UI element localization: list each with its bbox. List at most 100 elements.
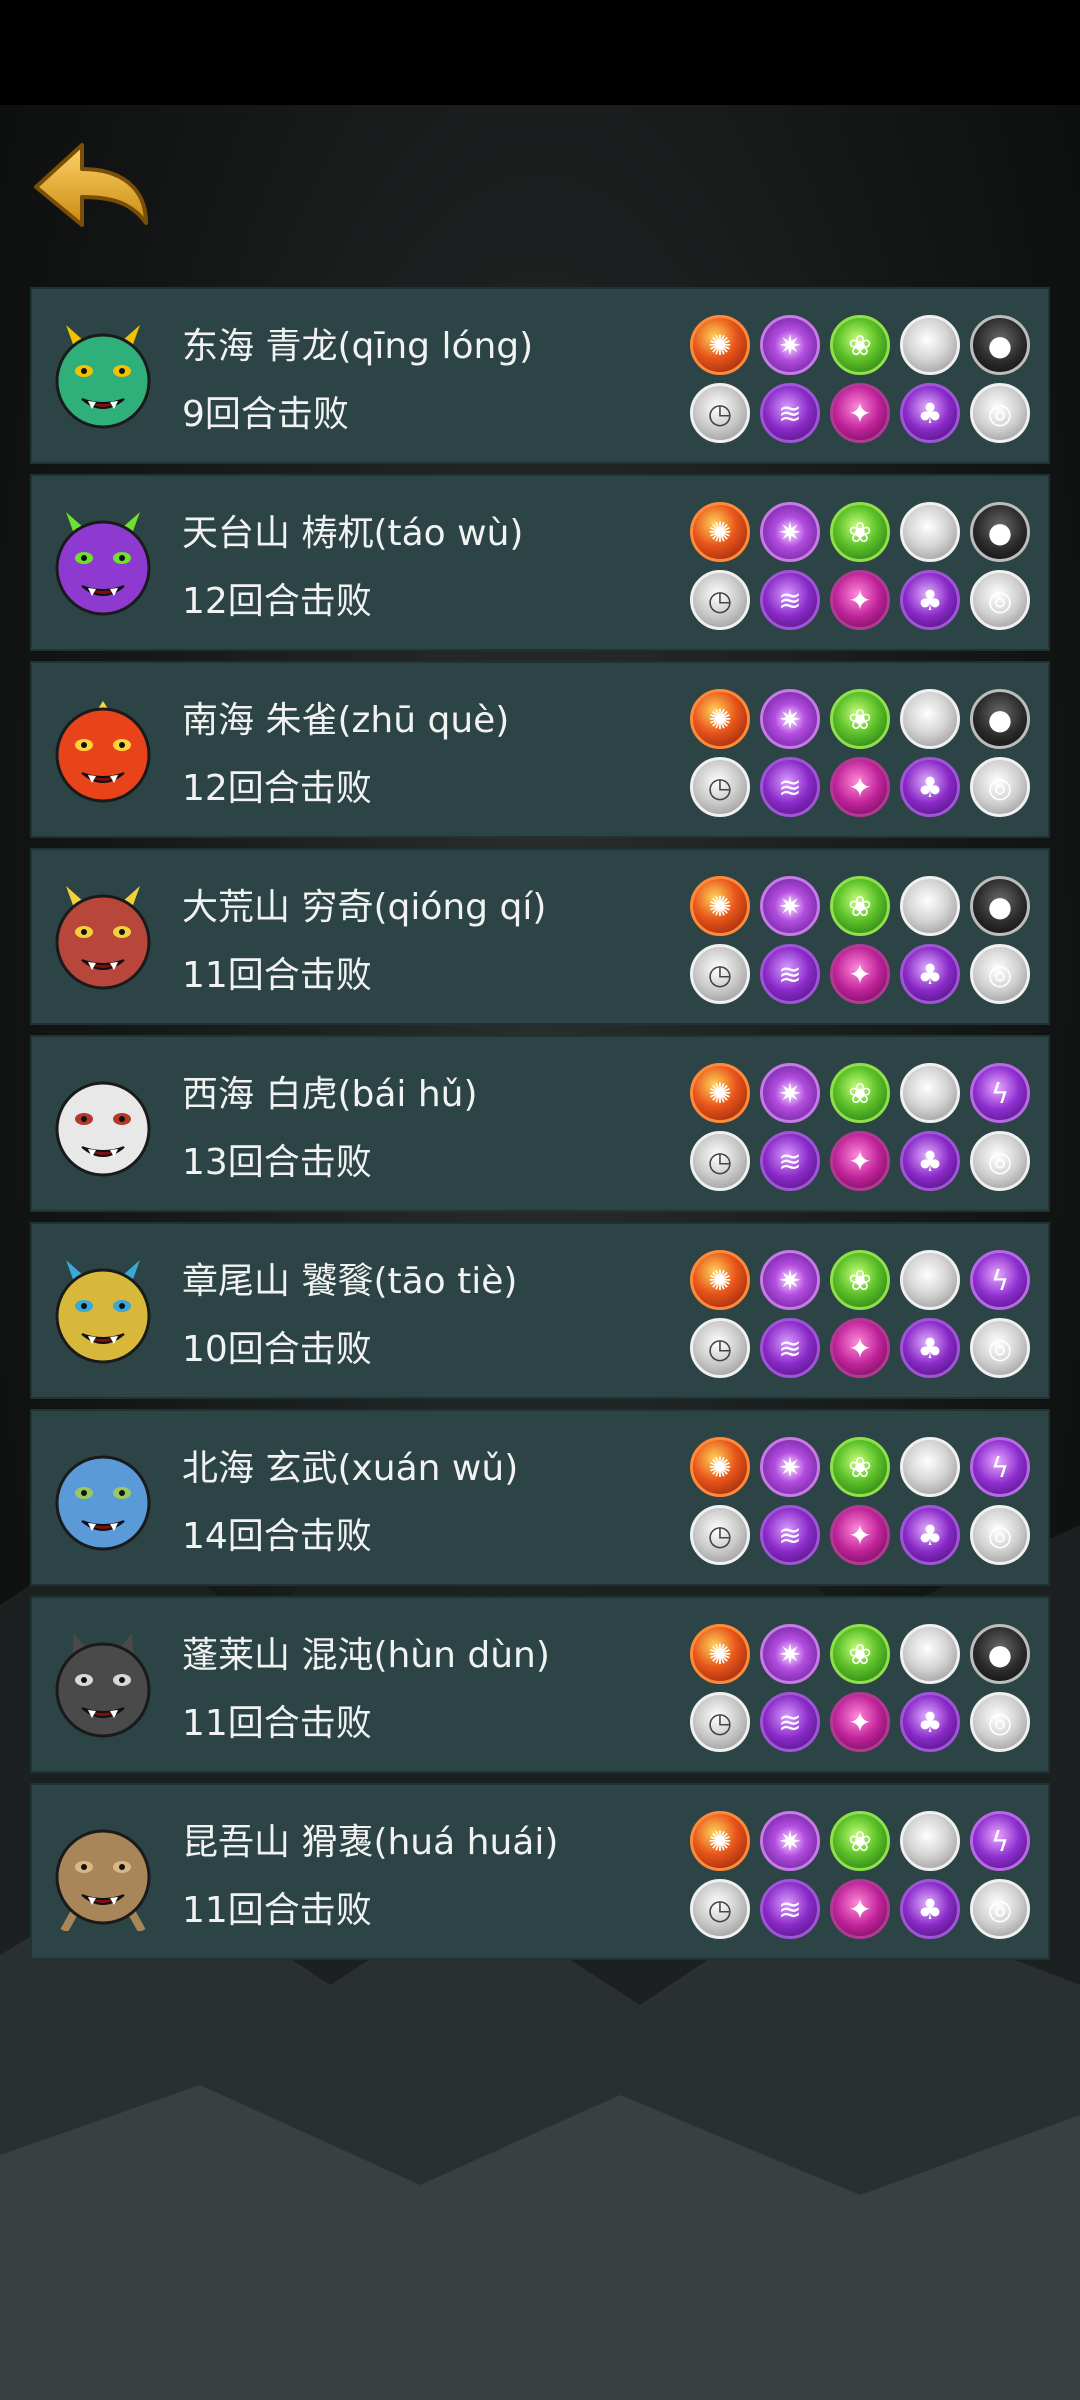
pink-orb-icon: ✦ [830, 757, 890, 817]
defeat-rounds: 13回合击败 [182, 1142, 372, 1183]
leaf-orb-icon: ❀ [830, 876, 890, 936]
lightning-orb-icon: ϟ [970, 1437, 1030, 1497]
tree-orb-icon: ♣ [900, 1131, 960, 1191]
tree-orb-icon: ♣ [900, 1879, 960, 1939]
wave-orb-icon: ≋ [760, 1879, 820, 1939]
spark-orb-icon: ✷ [760, 502, 820, 562]
swirl-orb-icon: ◎ [970, 1131, 1030, 1191]
clock-orb-icon: ◷ [690, 1879, 750, 1939]
spark-orb-icon: ✷ [760, 1437, 820, 1497]
defeat-rounds: 14回合击败 [182, 1516, 372, 1557]
orb-row-top: ✺ ✷ ❀ ϟ [690, 1811, 1030, 1871]
wave-orb-icon: ≋ [760, 1318, 820, 1378]
swirl-orb-icon: ◎ [970, 1505, 1030, 1565]
boss-name: 南海 朱雀(zhū què) [182, 700, 510, 741]
lightning-orb-icon: ϟ [970, 1063, 1030, 1123]
pink-orb-icon: ✦ [830, 1131, 890, 1191]
boss-record-card[interactable]: 大荒山 穷奇(qióng qí) 11回合击败 ✺ ✷ ❀ ● ◷ ≋ ✦ ♣ ◎ [30, 848, 1050, 1025]
swirl-orb-icon: ◎ [970, 1318, 1030, 1378]
boss-record-card[interactable]: 西海 白虎(bái hǔ) 13回合击败 ✺ ✷ ❀ ϟ ◷ ≋ ✦ ♣ ◎ [30, 1035, 1050, 1212]
boss-portrait-beast [44, 878, 162, 996]
tree-orb-icon: ♣ [900, 757, 960, 817]
skill-orbs: ✺ ✷ ❀ ● ◷ ≋ ✦ ♣ ◎ [690, 689, 1030, 825]
fire-orb-icon: ✺ [690, 1624, 750, 1684]
fire-orb-icon: ✺ [690, 1437, 750, 1497]
pearl-orb-icon [900, 1624, 960, 1684]
boss-name: 北海 玄武(xuán wǔ) [182, 1448, 519, 1489]
pearl-orb-icon [900, 1437, 960, 1497]
tree-orb-icon: ♣ [900, 570, 960, 630]
dark-orb-icon: ● [970, 1624, 1030, 1684]
wave-orb-icon: ≋ [760, 383, 820, 443]
back-button[interactable] [28, 135, 154, 235]
fire-orb-icon: ✺ [690, 689, 750, 749]
wave-orb-icon: ≋ [760, 1505, 820, 1565]
boss-portrait-dragon [44, 317, 162, 435]
clock-orb-icon: ◷ [690, 1318, 750, 1378]
defeat-rounds: 10回合击败 [182, 1329, 372, 1370]
boss-name: 昆吾山 猾褢(huá huái) [182, 1822, 559, 1863]
swirl-orb-icon: ◎ [970, 1879, 1030, 1939]
orb-row-top: ✺ ✷ ❀ ϟ [690, 1063, 1030, 1123]
orb-row-bottom: ◷ ≋ ✦ ♣ ◎ [690, 1318, 1030, 1378]
dark-orb-icon: ● [970, 689, 1030, 749]
orb-row-bottom: ◷ ≋ ✦ ♣ ◎ [690, 944, 1030, 1004]
orb-row-bottom: ◷ ≋ ✦ ♣ ◎ [690, 383, 1030, 443]
skill-orbs: ✺ ✷ ❀ ● ◷ ≋ ✦ ♣ ◎ [690, 876, 1030, 1012]
pearl-orb-icon [900, 1811, 960, 1871]
fire-orb-icon: ✺ [690, 1811, 750, 1871]
swirl-orb-icon: ◎ [970, 383, 1030, 443]
orb-row-top: ✺ ✷ ❀ ϟ [690, 1437, 1030, 1497]
leaf-orb-icon: ❀ [830, 315, 890, 375]
clock-orb-icon: ◷ [690, 1505, 750, 1565]
boss-name: 蓬莱山 混沌(hùn dùn) [182, 1635, 550, 1676]
skill-orbs: ✺ ✷ ❀ ● ◷ ≋ ✦ ♣ ◎ [690, 502, 1030, 638]
dark-orb-icon: ● [970, 315, 1030, 375]
swirl-orb-icon: ◎ [970, 1692, 1030, 1752]
tree-orb-icon: ♣ [900, 383, 960, 443]
leaf-orb-icon: ❀ [830, 1811, 890, 1871]
defeat-rounds: 12回合击败 [182, 768, 372, 809]
boss-record-card[interactable]: 天台山 梼杌(táo wù) 12回合击败 ✺ ✷ ❀ ● ◷ ≋ ✦ ♣ ◎ [30, 474, 1050, 651]
boss-name: 天台山 梼杌(táo wù) [182, 513, 524, 554]
skill-orbs: ✺ ✷ ❀ ϟ ◷ ≋ ✦ ♣ ◎ [690, 1063, 1030, 1199]
tree-orb-icon: ♣ [900, 1692, 960, 1752]
pink-orb-icon: ✦ [830, 383, 890, 443]
boss-record-card[interactable]: 章尾山 饕餮(tāo tiè) 10回合击败 ✺ ✷ ❀ ϟ ◷ ≋ ✦ ♣ ◎ [30, 1222, 1050, 1399]
defeat-rounds: 11回合击败 [182, 1703, 372, 1744]
clock-orb-icon: ◷ [690, 757, 750, 817]
spark-orb-icon: ✷ [760, 1063, 820, 1123]
boss-record-card[interactable]: 北海 玄武(xuán wǔ) 14回合击败 ✺ ✷ ❀ ϟ ◷ ≋ ✦ ♣ ◎ [30, 1409, 1050, 1586]
swirl-orb-icon: ◎ [970, 570, 1030, 630]
leaf-orb-icon: ❀ [830, 1250, 890, 1310]
pearl-orb-icon [900, 315, 960, 375]
swirl-orb-icon: ◎ [970, 944, 1030, 1004]
wave-orb-icon: ≋ [760, 757, 820, 817]
clock-orb-icon: ◷ [690, 570, 750, 630]
boss-record-card[interactable]: 南海 朱雀(zhū què) 12回合击败 ✺ ✷ ❀ ● ◷ ≋ ✦ ♣ ◎ [30, 661, 1050, 838]
tree-orb-icon: ♣ [900, 1318, 960, 1378]
top-bar [0, 0, 1080, 105]
spark-orb-icon: ✷ [760, 1811, 820, 1871]
spark-orb-icon: ✷ [760, 1624, 820, 1684]
boss-portrait-beast [44, 1252, 162, 1370]
wave-orb-icon: ≋ [760, 1131, 820, 1191]
skill-orbs: ✺ ✷ ❀ ϟ ◷ ≋ ✦ ♣ ◎ [690, 1250, 1030, 1386]
boss-record-card[interactable]: 蓬莱山 混沌(hùn dùn) 11回合击败 ✺ ✷ ❀ ● ◷ ≋ ✦ ♣ ◎ [30, 1596, 1050, 1773]
defeat-rounds: 11回合击败 [182, 1890, 372, 1931]
boss-name: 大荒山 穷奇(qióng qí) [182, 887, 547, 928]
boss-record-card[interactable]: 东海 青龙(qīng lóng) 9回合击败 ✺ ✷ ❀ ● ◷ ≋ ✦ ♣ ◎ [30, 287, 1050, 464]
clock-orb-icon: ◷ [690, 1692, 750, 1752]
boss-portrait-turtle [44, 1439, 162, 1557]
orb-row-bottom: ◷ ≋ ✦ ♣ ◎ [690, 757, 1030, 817]
fire-orb-icon: ✺ [690, 502, 750, 562]
pink-orb-icon: ✦ [830, 1692, 890, 1752]
leaf-orb-icon: ❀ [830, 689, 890, 749]
orb-row-top: ✺ ✷ ❀ ● [690, 502, 1030, 562]
orb-row-bottom: ◷ ≋ ✦ ♣ ◎ [690, 570, 1030, 630]
boss-record-card[interactable]: 昆吾山 猾褢(huá huái) 11回合击败 ✺ ✷ ❀ ϟ ◷ ≋ ✦ ♣ ◎ [30, 1783, 1050, 1960]
orb-row-top: ✺ ✷ ❀ ϟ [690, 1250, 1030, 1310]
clock-orb-icon: ◷ [690, 944, 750, 1004]
boss-portrait-beast [44, 504, 162, 622]
pink-orb-icon: ✦ [830, 1505, 890, 1565]
